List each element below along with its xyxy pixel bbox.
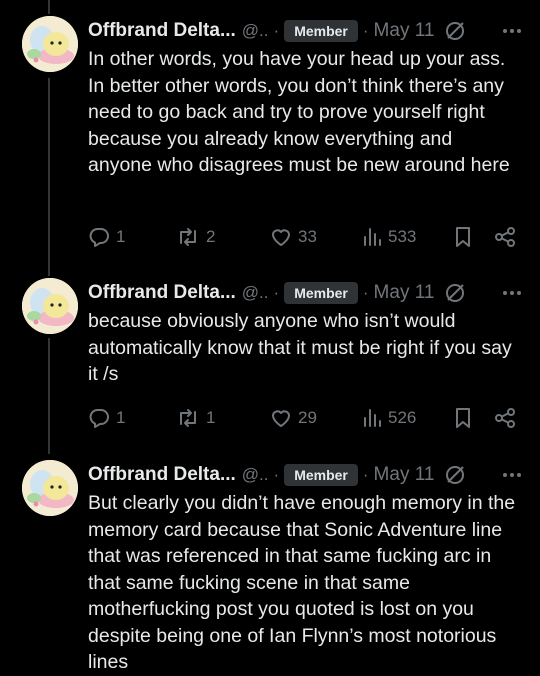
member-badge[interactable]: Member (284, 464, 358, 486)
like-button[interactable]: 33 (270, 226, 317, 248)
share-icon (495, 408, 515, 428)
reply-button[interactable]: 1 (88, 226, 125, 248)
views-icon (364, 409, 381, 427)
repost-button[interactable]: 2 (176, 226, 215, 248)
separator-dot: · (362, 283, 369, 302)
post-text: But clearly you didn’t have enough memor… (88, 492, 516, 673)
heart-icon (272, 229, 290, 246)
author-name[interactable]: Offbrand Delta... (88, 20, 236, 42)
avatar[interactable] (22, 460, 78, 516)
more-icon[interactable] (502, 472, 526, 478)
repost-button[interactable]: 1 (176, 407, 215, 429)
reply-count: 1 (116, 227, 126, 246)
action-bar: 1 1 29 526 (88, 403, 526, 433)
views-button[interactable]: 533 (362, 226, 416, 248)
like-button[interactable]: 29 (270, 407, 317, 429)
reply-count: 1 (116, 408, 126, 427)
more-icon[interactable] (502, 28, 526, 34)
author-handle[interactable]: @.. (242, 465, 269, 485)
action-bar: 1 2 33 533 (88, 222, 526, 252)
grok-icon[interactable] (444, 282, 466, 304)
reply-icon (89, 409, 109, 428)
member-badge[interactable]: Member (284, 282, 358, 304)
heart-icon (272, 410, 290, 427)
repost-icon (180, 409, 196, 427)
share-button[interactable] (494, 226, 516, 248)
views-button[interactable]: 526 (362, 407, 416, 429)
reply-button[interactable]: 1 (88, 407, 125, 429)
thread-line-2 (48, 338, 50, 454)
reply-icon (89, 228, 109, 247)
thread-line-1 (48, 78, 50, 276)
author-handle[interactable]: @.. (242, 283, 269, 303)
views-icon (364, 228, 381, 246)
grok-icon[interactable] (444, 20, 466, 42)
bookmark-button[interactable] (453, 226, 473, 248)
post-date[interactable]: May 11 (374, 20, 435, 42)
member-badge[interactable]: Member (284, 20, 358, 42)
post-header: Offbrand Delta... @.. · Member · May 11 (88, 16, 526, 46)
post-text: because obviously anyone who isn’t would… (88, 310, 512, 385)
grok-icon[interactable] (444, 464, 466, 486)
author-handle[interactable]: @.. (242, 21, 269, 41)
share-button[interactable] (494, 407, 516, 429)
separator-dot: · (273, 283, 280, 302)
repost-count: 1 (206, 408, 216, 427)
post-header: Offbrand Delta... @.. · Member · May 11 (88, 460, 526, 490)
separator-dot: · (362, 21, 369, 40)
author-name[interactable]: Offbrand Delta... (88, 282, 236, 304)
bookmark-icon (456, 227, 470, 247)
avatar[interactable] (22, 278, 78, 334)
avatar[interactable] (22, 16, 78, 72)
more-icon[interactable] (502, 290, 526, 296)
bookmark-icon (456, 408, 470, 428)
separator-dot: · (362, 465, 369, 484)
post-header: Offbrand Delta... @.. · Member · May 11 (88, 278, 526, 308)
like-count: 33 (298, 227, 317, 246)
post-date[interactable]: May 11 (374, 464, 435, 486)
share-icon (495, 227, 515, 247)
views-count: 533 (388, 227, 417, 246)
post-text: In other words, you have your head up yo… (88, 48, 510, 176)
author-name[interactable]: Offbrand Delta... (88, 464, 236, 486)
bookmark-button[interactable] (453, 407, 473, 429)
like-count: 29 (298, 408, 317, 427)
repost-count: 2 (206, 227, 216, 246)
thread-line-top (48, 0, 50, 14)
views-count: 526 (388, 408, 417, 427)
post-date[interactable]: May 11 (374, 282, 435, 304)
separator-dot: · (273, 21, 280, 40)
repost-icon (180, 228, 196, 246)
separator-dot: · (273, 465, 280, 484)
